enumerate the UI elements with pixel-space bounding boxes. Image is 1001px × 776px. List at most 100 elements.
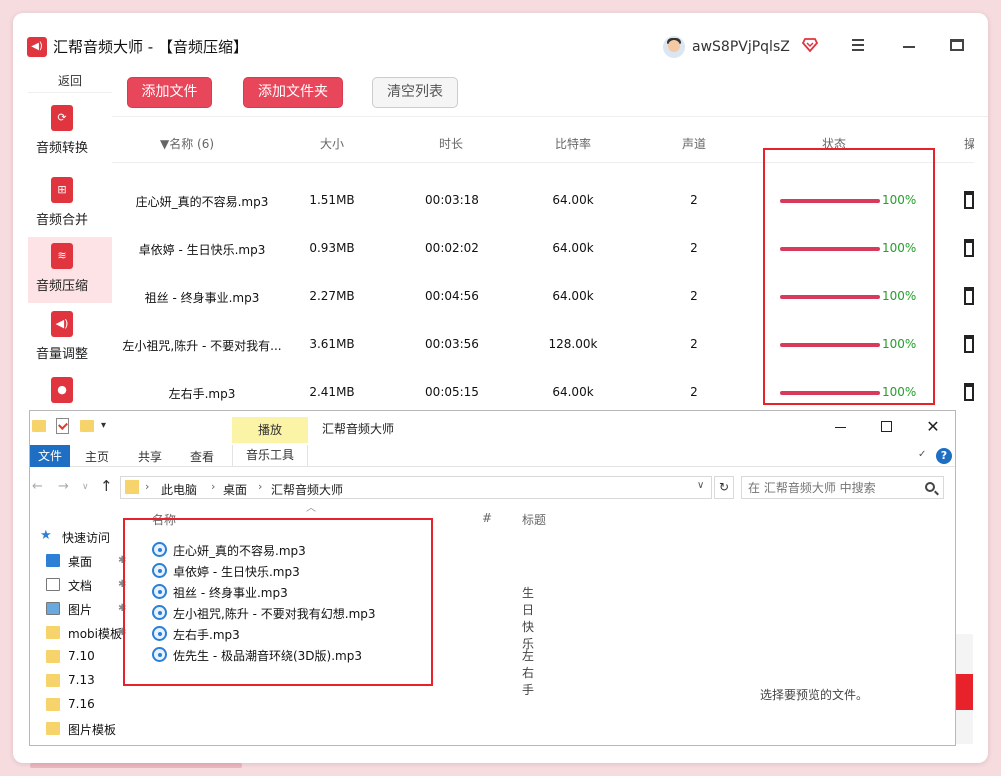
up-icon[interactable]: ↑: [100, 477, 113, 495]
tab-share[interactable]: 共享: [138, 448, 162, 465]
new-folder-icon[interactable]: [80, 420, 94, 432]
col-duration[interactable]: 时长: [426, 135, 476, 152]
toolbar: 添加文件 添加文件夹 清空列表: [112, 69, 988, 117]
file-name: 左右手.mp3: [168, 387, 236, 401]
preview-placeholder-text: 选择要预览的文件。: [760, 688, 869, 702]
file-channels: 2: [690, 289, 698, 303]
file-duration: 00:03:18: [425, 193, 479, 207]
customize-quick-access-icon[interactable]: ▾: [101, 420, 106, 431]
file-name: 左小祖咒,陈升 - 不要对我有...: [122, 339, 282, 353]
file-bitrate: 64.00k: [552, 241, 594, 255]
sidebar-item-volume-adjust[interactable]: ◀) 音量调整: [28, 305, 112, 371]
col-name[interactable]: ▼名称 (6): [152, 135, 222, 152]
menu-icon[interactable]: [848, 35, 868, 55]
breadcrumb-desktop[interactable]: 桌面: [223, 481, 247, 498]
column-title[interactable]: 标题: [522, 511, 546, 528]
search-input[interactable]: [748, 480, 918, 496]
nav-item-label: 桌面: [68, 555, 93, 569]
chevron-down-icon[interactable]: ∨: [697, 480, 704, 491]
sidebar-item-label: 音频合并: [35, 213, 88, 228]
minimize-icon[interactable]: [899, 35, 919, 55]
sidebar-item-audio-convert[interactable]: ⟳ 音频转换: [28, 99, 112, 165]
file-bitrate: 64.00k: [552, 289, 594, 303]
nav-item-label: mobi模板: [68, 627, 122, 641]
back-button[interactable]: 返回: [28, 69, 112, 93]
address-bar[interactable]: › 此电脑 › 桌面 › 汇帮音频大师 ∨: [120, 476, 712, 499]
tab-file[interactable]: 文件: [30, 445, 70, 467]
nav-item-label: 7.13: [68, 673, 95, 687]
file-duration: 00:05:15: [425, 385, 479, 399]
folder-icon[interactable]: [32, 420, 46, 432]
vip-diamond-icon[interactable]: [802, 37, 818, 53]
delete-icon[interactable]: [964, 239, 974, 257]
document-icon: [46, 578, 60, 591]
app-title: 汇帮音频大师 - 【音频压缩】: [53, 38, 248, 56]
file-bitrate: 128.00k: [548, 337, 598, 351]
expand-ribbon-icon[interactable]: ✓: [918, 449, 926, 460]
sidebar-item-audio-compress[interactable]: ≋ 音频压缩: [28, 237, 112, 303]
recent-locations-icon[interactable]: ∨: [82, 482, 89, 492]
delete-icon[interactable]: [964, 191, 974, 209]
sidebar-item-audio-merge[interactable]: ⊞ 音频合并: [28, 171, 112, 237]
col-size[interactable]: 大小: [307, 135, 357, 152]
properties-icon[interactable]: [56, 418, 69, 434]
audio-merge-icon: ⊞: [51, 177, 73, 203]
delete-icon[interactable]: [964, 287, 974, 305]
add-folder-button[interactable]: 添加文件夹: [243, 77, 343, 108]
file-size: 3.61MB: [309, 337, 355, 351]
file-name: 卓依婷 - 生日快乐.mp3: [138, 243, 266, 257]
file-title: 左右手: [522, 649, 535, 697]
search-box[interactable]: [741, 476, 944, 499]
clear-list-button[interactable]: 清空列表: [372, 77, 458, 108]
delete-icon[interactable]: [964, 383, 974, 401]
maximize-icon[interactable]: [876, 417, 898, 437]
explorer-title-bar: ▾ 播放 汇帮音频大师 ✕: [30, 411, 955, 445]
add-file-button[interactable]: 添加文件: [127, 77, 212, 108]
file-channels: 2: [690, 385, 698, 399]
folder-icon: [125, 480, 139, 494]
folder-icon: [46, 626, 60, 639]
breadcrumb-folder[interactable]: 汇帮音频大师: [271, 481, 343, 498]
picture-icon: [46, 602, 60, 615]
col-action: 操: [964, 137, 974, 151]
col-bitrate[interactable]: 比特率: [548, 135, 598, 152]
user-name[interactable]: awS8PVjPqlsZ: [692, 37, 790, 57]
tab-play[interactable]: 播放: [232, 417, 308, 443]
folder-icon: [46, 674, 60, 687]
close-icon[interactable]: ✕: [922, 417, 944, 437]
avatar[interactable]: [663, 36, 685, 58]
delete-icon[interactable]: [964, 335, 974, 353]
nav-item-label: 7.10: [68, 649, 95, 663]
tab-home[interactable]: 主页: [85, 448, 109, 465]
background-strip: [30, 763, 242, 768]
maximize-icon[interactable]: [947, 35, 967, 55]
col-channels[interactable]: 声道: [669, 135, 719, 152]
file-size: 1.51MB: [309, 193, 355, 207]
title-bar: ◀) 汇帮音频大师 - 【音频压缩】 awS8PVjPqlsZ: [13, 13, 988, 69]
tab-music-tools[interactable]: 音乐工具: [232, 445, 308, 467]
help-icon[interactable]: ?: [936, 448, 952, 464]
app-logo-icon: ◀): [27, 37, 47, 57]
breadcrumb-pc[interactable]: 此电脑: [161, 481, 197, 498]
file-name: 祖丝 - 终身事业.mp3: [144, 291, 260, 305]
refresh-icon[interactable]: ↻: [714, 476, 734, 499]
microphone-icon: ●: [51, 377, 73, 403]
navigation-bar: ← → ∨ ↑ › 此电脑 › 桌面 › 汇帮音频大师 ∨ ↻: [30, 473, 955, 501]
nav-item-label: 图片模板: [68, 723, 117, 737]
annotation-box-status: [763, 148, 935, 405]
minimize-icon[interactable]: [830, 417, 852, 437]
folder-icon: [46, 698, 60, 711]
file-bitrate: 64.00k: [552, 193, 594, 207]
tab-view[interactable]: 查看: [190, 448, 214, 465]
nav-item-label: 快速访问: [62, 531, 111, 545]
column-number[interactable]: #: [482, 511, 492, 525]
forward-icon[interactable]: →: [58, 479, 69, 494]
sidebar-item-label: 音频转换: [35, 141, 88, 156]
back-icon[interactable]: ←: [32, 479, 43, 494]
navigation-pane: ★ 快速访问 桌面 ✱ 文档 ✱ 图片 ✱ mobi模板 ✱ 7.10 7.13 7.16 图片模板: [30, 521, 126, 745]
search-icon: [925, 482, 935, 492]
file-size: 2.41MB: [309, 385, 355, 399]
chevron-right-icon: ›: [145, 480, 150, 493]
nav-item-label: 图片: [68, 603, 93, 617]
file-bitrate: 64.00k: [552, 385, 594, 399]
